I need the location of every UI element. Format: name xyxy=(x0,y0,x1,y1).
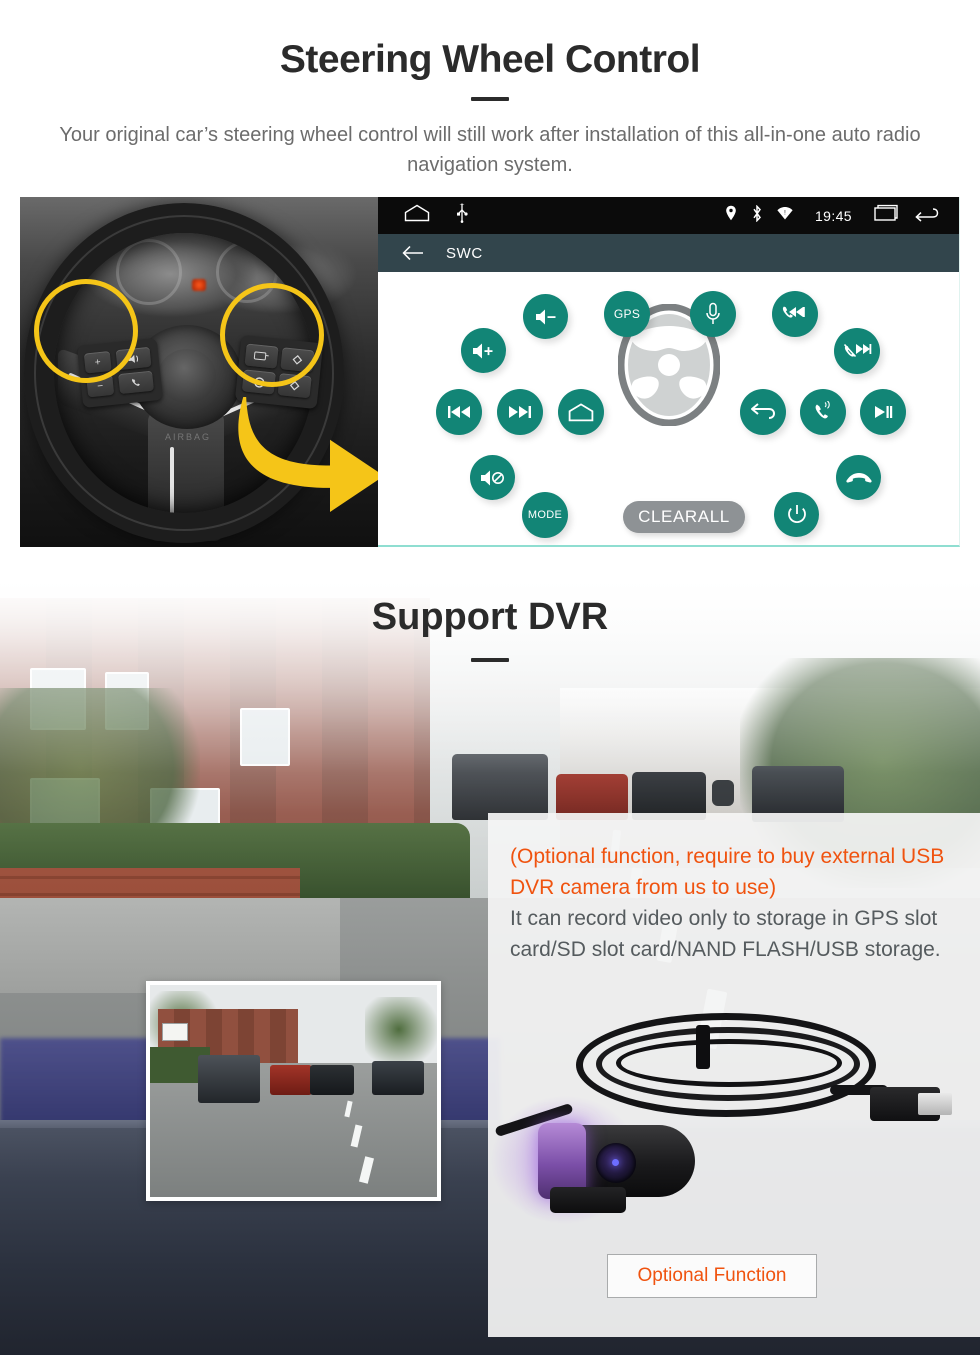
status-bar-clock: 19:45 xyxy=(814,207,852,224)
swc-button-back[interactable] xyxy=(740,389,786,435)
swc-button-call[interactable] xyxy=(800,389,846,435)
section-title: Support DVR xyxy=(371,596,609,638)
inset-car xyxy=(372,1061,424,1095)
call-end-next-icon xyxy=(843,343,872,358)
back-arrow-icon xyxy=(751,403,776,419)
highlight-circle-left xyxy=(34,279,138,383)
swc-button-play-pause[interactable] xyxy=(860,389,906,435)
dashcam-inset-photo xyxy=(146,981,441,1201)
status-bar: ! 19:45 xyxy=(378,197,959,234)
airbag-cover xyxy=(158,349,216,403)
inset-street-sign xyxy=(162,1023,188,1041)
call-prev-icon xyxy=(782,306,805,318)
usb-icon[interactable] xyxy=(456,203,468,228)
app-bar-back-icon[interactable] xyxy=(378,245,424,261)
swc-button-hang-up[interactable] xyxy=(836,455,881,500)
swc-button-answer-prev[interactable] xyxy=(772,291,818,337)
play-pause-icon xyxy=(875,406,893,418)
swc-button-vol-down[interactable] xyxy=(523,294,568,339)
page-subtitle: Your original car’s steering wheel contr… xyxy=(59,124,921,176)
clear-all-button[interactable]: CLEARALL xyxy=(623,501,745,533)
swc-button-mute[interactable] xyxy=(470,455,515,500)
steering-wheel-control-section: Steering Wheel Control Your original car… xyxy=(0,0,980,568)
prev-track-icon xyxy=(448,406,470,418)
cable-coil xyxy=(616,1039,842,1087)
volume-up-icon xyxy=(472,343,492,358)
page-title: Steering Wheel Control xyxy=(279,38,701,81)
microphone-icon xyxy=(706,302,720,324)
swc-button-home[interactable] xyxy=(558,389,604,435)
phone-hangup-icon xyxy=(845,472,872,483)
wifi-icon: ! xyxy=(777,206,793,225)
power-icon xyxy=(787,504,806,523)
usb-connector-icon xyxy=(918,1093,952,1115)
inset-right-trees xyxy=(365,997,437,1069)
dvr-storage-note: It can record video only to storage in G… xyxy=(510,907,941,961)
swc-button-vol-up[interactable] xyxy=(461,328,506,373)
swc-button-voice[interactable] xyxy=(690,291,736,337)
curved-arrow-icon xyxy=(238,388,378,513)
camera-mount xyxy=(550,1187,626,1213)
mute-icon xyxy=(480,470,504,485)
dvr-optional-note: (Optional function, require to buy exter… xyxy=(510,845,945,899)
back-icon[interactable] xyxy=(914,204,940,227)
camera-led-icon xyxy=(612,1159,619,1166)
swc-button-label: GPS xyxy=(613,307,641,321)
steering-wheel-photo: AIRBAG + − xyxy=(20,197,378,547)
swc-button-power[interactable] xyxy=(774,492,819,537)
title-divider xyxy=(471,97,509,101)
product-detail-page: Steering Wheel Control Your original car… xyxy=(0,0,980,1355)
app-bar-title: SWC xyxy=(446,244,483,262)
swc-button-label: MODE xyxy=(527,509,563,521)
phone-icon xyxy=(815,401,830,419)
status-bar-right-icons: ! 19:45 xyxy=(725,204,959,227)
swc-button-mode[interactable]: MODE xyxy=(522,492,568,538)
recents-icon[interactable] xyxy=(874,204,900,227)
inset-car xyxy=(198,1055,260,1103)
highlight-circle-right xyxy=(220,283,324,387)
yellow-arrow xyxy=(232,388,378,527)
home-icon xyxy=(568,402,594,421)
status-bar-left-icons xyxy=(378,203,468,228)
optional-function-button[interactable]: Optional Function xyxy=(607,1254,817,1298)
android-swc-screen: ! 19:45 SWC GPS MODE CLEARALL xyxy=(378,197,960,547)
usb-dvr-camera-image xyxy=(490,995,952,1245)
swc-button-next[interactable] xyxy=(497,389,543,435)
app-bar: SWC xyxy=(378,234,959,272)
swc-button-gps[interactable]: GPS xyxy=(604,291,650,337)
airbag-label: AIRBAG xyxy=(164,432,211,442)
call-key xyxy=(118,370,155,395)
phone-icon xyxy=(131,378,140,386)
dvr-info-text: (Optional function, require to buy exter… xyxy=(510,841,960,965)
swc-button-prev[interactable] xyxy=(436,389,482,435)
swc-button-hangup-next[interactable] xyxy=(834,328,880,374)
bluetooth-icon xyxy=(751,204,763,227)
location-icon xyxy=(725,205,737,226)
cable-tie xyxy=(696,1025,710,1069)
next-track-icon xyxy=(509,406,531,418)
inset-car xyxy=(310,1065,354,1095)
swc-button-canvas: GPS MODE CLEARALL xyxy=(378,272,959,545)
inset-car xyxy=(270,1065,312,1095)
section-title-divider xyxy=(471,658,509,662)
home-icon[interactable] xyxy=(404,204,430,227)
volume-down-icon xyxy=(535,309,555,324)
